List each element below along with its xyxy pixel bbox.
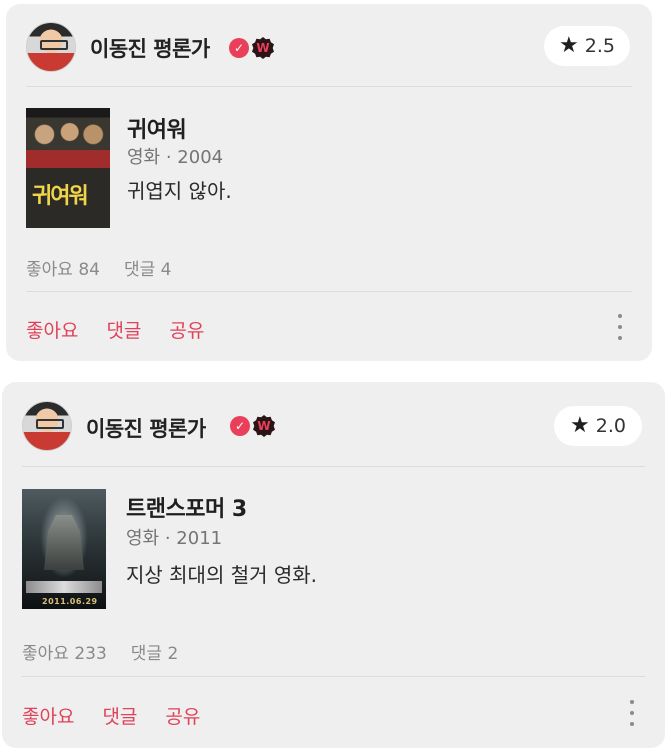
like-button[interactable]: 좋아요 (22, 702, 74, 729)
share-button[interactable]: 공유 (169, 316, 204, 343)
share-button[interactable]: 공유 (165, 702, 200, 729)
user-name[interactable]: 이동진 평론가 (86, 413, 206, 443)
check-badge-icon: ✓ (229, 38, 249, 58)
movie-meta: 영화 · 2004 (127, 147, 224, 168)
action-bar: 좋아요 댓글 공유 (22, 702, 200, 729)
comment-count: 댓글 2 (130, 644, 179, 664)
review-card: 이동진 평론가 ✓ W ★ 2.0 2011.06.29 트랜스포머 3 영화 … (2, 382, 665, 748)
like-count: 좋아요 84 (26, 260, 100, 280)
avatar[interactable] (26, 22, 76, 72)
like-count: 좋아요 233 (22, 644, 107, 664)
more-options-icon[interactable] (628, 700, 636, 726)
avatar[interactable] (22, 401, 72, 451)
poster-title (26, 581, 102, 593)
rating-badge: ★ 2.5 (544, 26, 630, 66)
poster-release-date: 2011.06.29 (42, 597, 98, 606)
movie-poster[interactable]: 귀여워 (26, 108, 110, 228)
action-bar: 좋아요 댓글 공유 (26, 316, 204, 343)
check-badge-icon: ✓ (230, 416, 250, 436)
divider (22, 466, 645, 467)
movie-title[interactable]: 귀여워 (127, 112, 187, 144)
watcha-w-badge-icon: W (253, 415, 275, 437)
star-icon: ★ (559, 33, 579, 58)
comment-button[interactable]: 댓글 (106, 316, 141, 343)
comment-button[interactable]: 댓글 (102, 702, 137, 729)
review-text[interactable]: 지상 최대의 철거 영화. (126, 559, 317, 588)
rating-badge: ★ 2.0 (554, 406, 642, 446)
star-icon: ★ (570, 413, 590, 438)
movie-poster[interactable]: 2011.06.29 (22, 489, 106, 609)
review-card: 이동진 평론가 ✓ W ★ 2.5 귀여워 귀여워 영화 · 2004 귀엽지 … (6, 4, 652, 361)
review-text[interactable]: 귀엽지 않아. (127, 175, 232, 204)
review-stats: 좋아요 84 댓글 4 (26, 255, 171, 280)
divider (26, 86, 632, 87)
movie-meta: 영화 · 2011 (126, 528, 223, 549)
watcha-w-badge-icon: W (252, 37, 274, 59)
divider (26, 291, 632, 292)
more-options-icon[interactable] (616, 314, 624, 340)
rating-value: 2.0 (595, 415, 626, 437)
review-stats: 좋아요 233 댓글 2 (22, 639, 178, 664)
movie-title[interactable]: 트랜스포머 3 (126, 491, 247, 523)
poster-title: 귀여워 (32, 183, 89, 209)
rating-value: 2.5 (584, 35, 615, 57)
like-button[interactable]: 좋아요 (26, 316, 78, 343)
divider (22, 676, 645, 677)
comment-count: 댓글 4 (123, 260, 172, 280)
user-name[interactable]: 이동진 평론가 (90, 33, 210, 63)
